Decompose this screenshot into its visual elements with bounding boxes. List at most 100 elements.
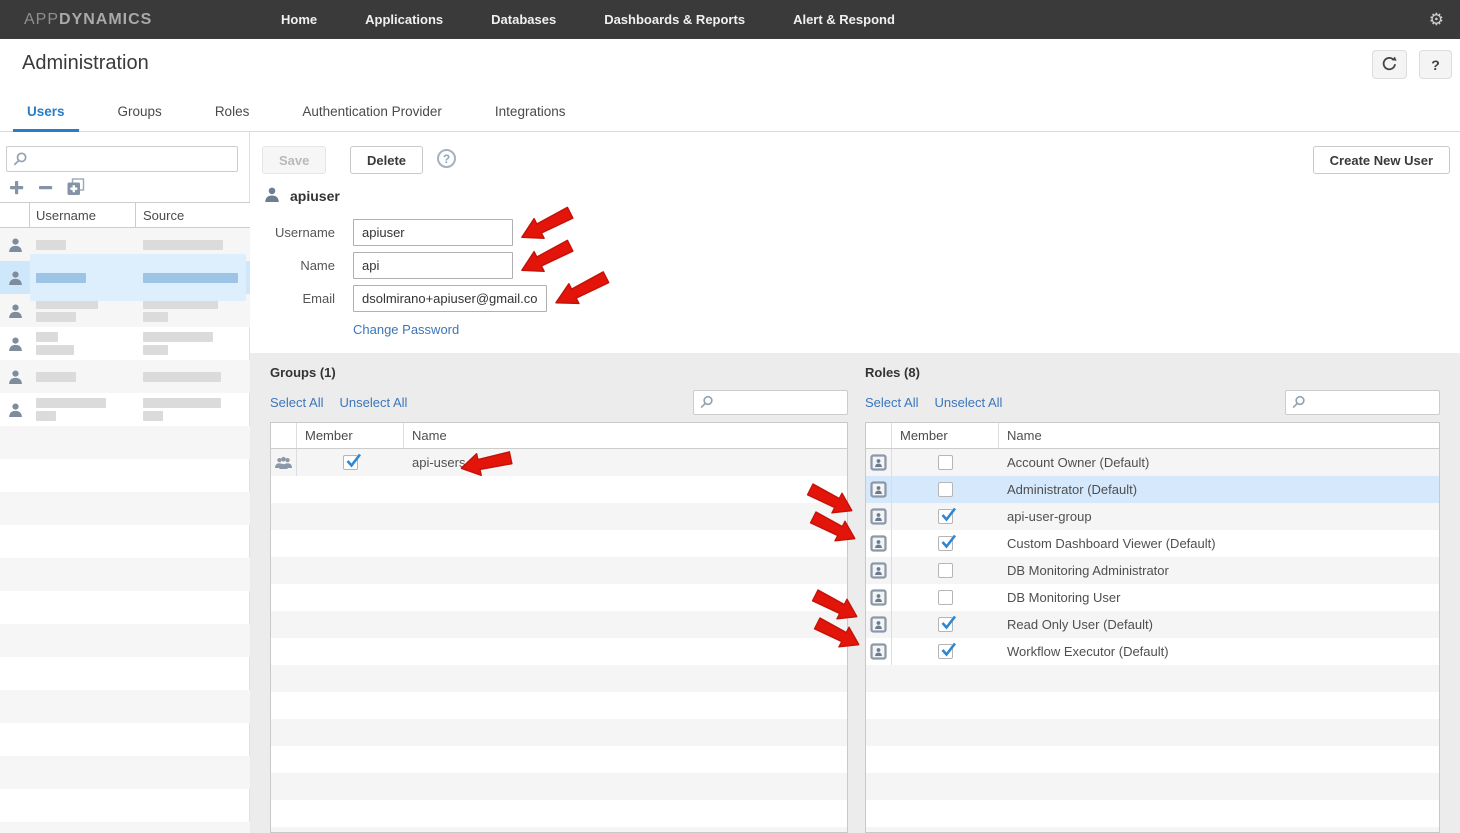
empty-row [0,657,250,690]
empty-row [0,525,250,558]
appdynamics-logo: APPDYNAMICS [24,0,152,39]
role-row-read-only-user-default[interactable]: Read Only User (Default) [866,611,1439,638]
tab-authentication-provider[interactable]: Authentication Provider [288,95,456,132]
users-table-header: Username Source [0,202,250,228]
user-row[interactable] [0,261,250,294]
role-row-api-user-group[interactable]: api-user-group [866,503,1439,530]
roles-unselect-all-link[interactable]: Unselect All [934,395,1002,410]
gear-icon[interactable]: ⚙ [1429,0,1444,39]
user-row[interactable] [0,360,250,393]
username-field[interactable] [353,219,513,246]
empty-row [0,492,250,525]
users-search-input[interactable] [6,146,238,172]
role-icon [866,638,892,665]
role-icon [866,530,892,557]
roles-table-header: Member Name [866,423,1439,449]
redacted-username [36,240,66,250]
add-user-icon[interactable] [8,179,25,196]
membership-panels: Groups (1) Select All Unselect All Membe… [250,353,1460,833]
role-name: Account Owner (Default) [999,449,1439,476]
nav-item-databases[interactable]: Databases [491,12,556,27]
tab-bar: Users Groups Roles Authentication Provider I… [0,95,1460,132]
empty-row [271,584,847,611]
nav-item-dashboards-reports[interactable]: Dashboards & Reports [604,12,745,27]
roles-select-all-link[interactable]: Select All [865,395,918,410]
user-row[interactable] [0,393,250,426]
nav-item-home[interactable]: Home [281,12,317,27]
role-row-account-owner-default[interactable]: Account Owner (Default) [866,449,1439,476]
empty-row [0,459,250,492]
help-button[interactable]: ? [1419,50,1452,79]
member-checkbox[interactable] [938,644,953,659]
tab-integrations[interactable]: Integrations [481,95,580,132]
roles-search [1285,390,1440,415]
user-heading-label: apiuser [290,188,340,204]
groups-panel: Groups (1) Select All Unselect All Membe… [270,353,848,833]
roles-icon-column-header [866,423,892,448]
save-button[interactable]: Save [262,146,326,174]
main-content: Save Delete ? Create New User apiuser Us… [250,132,1460,833]
username-label: Username [250,225,335,240]
member-checkbox[interactable] [938,617,953,632]
empty-row [0,558,250,591]
member-checkbox[interactable] [938,509,953,524]
name-field[interactable] [353,252,513,279]
role-row-administrator-default[interactable]: Administrator (Default) [866,476,1439,503]
groups-unselect-all-link[interactable]: Unselect All [339,395,407,410]
nav-item-applications[interactable]: Applications [365,12,443,27]
create-new-user-button[interactable]: Create New User [1313,146,1450,174]
role-row-custom-dashboard-viewer-default[interactable]: Custom Dashboard Viewer (Default) [866,530,1439,557]
refresh-icon [1381,55,1398,75]
duplicate-user-icon[interactable] [66,178,86,196]
member-checkbox[interactable] [938,563,953,578]
member-checkbox[interactable] [938,590,953,605]
member-checkbox[interactable] [938,536,953,551]
group-row-api-users[interactable]: api-users [271,449,847,476]
top-nav-bar: APPDYNAMICS Home Applications Databases Das… [0,0,1460,39]
nav-item-alert-respond[interactable]: Alert & Respond [793,12,895,27]
group-name: api-users [404,449,847,476]
roles-panel: Roles (8) Select All Unselect All Member… [865,353,1440,833]
roles-name-column-header: Name [999,423,1439,448]
remove-user-icon[interactable] [37,179,54,196]
empty-row [271,557,847,584]
tab-groups[interactable]: Groups [104,95,176,132]
user-icon [0,270,30,286]
roles-search-input[interactable] [1285,390,1440,415]
users-search [6,146,238,172]
users-toolbar [8,178,86,196]
role-name: DB Monitoring Administrator [999,557,1439,584]
groups-search-input[interactable] [693,390,848,415]
role-row-db-monitoring-administrator[interactable]: DB Monitoring Administrator [866,557,1439,584]
delete-button[interactable]: Delete [350,146,423,174]
member-checkbox[interactable] [938,482,953,497]
name-label: Name [250,258,335,273]
user-icon [0,402,30,418]
groups-links: Select All Unselect All [270,389,848,415]
email-field[interactable] [353,285,547,312]
member-checkbox[interactable] [938,455,953,470]
logo-text-dynamics: DYNAMICS [59,11,152,29]
empty-row [866,665,1439,692]
page-title: Administration [22,52,149,75]
tab-users[interactable]: Users [13,95,79,132]
redacted-source [143,240,223,250]
empty-row [866,746,1439,773]
page-header: Administration ? [0,39,1460,95]
user-row[interactable] [0,327,250,360]
change-password-link[interactable]: Change Password [353,322,459,337]
redacted-source [143,411,163,421]
refresh-button[interactable] [1372,50,1407,79]
role-name: Administrator (Default) [999,476,1439,503]
context-help-icon[interactable]: ? [437,149,456,168]
redacted-source [143,332,213,342]
role-name: api-user-group [999,503,1439,530]
role-row-db-monitoring-user[interactable]: DB Monitoring User [866,584,1439,611]
tab-roles[interactable]: Roles [201,95,264,132]
empty-row [866,773,1439,800]
role-row-workflow-executor-default[interactable]: Workflow Executor (Default) [866,638,1439,665]
member-checkbox[interactable] [343,455,358,470]
empty-row [0,591,250,624]
groups-select-all-link[interactable]: Select All [270,395,323,410]
redacted-username [36,332,58,342]
